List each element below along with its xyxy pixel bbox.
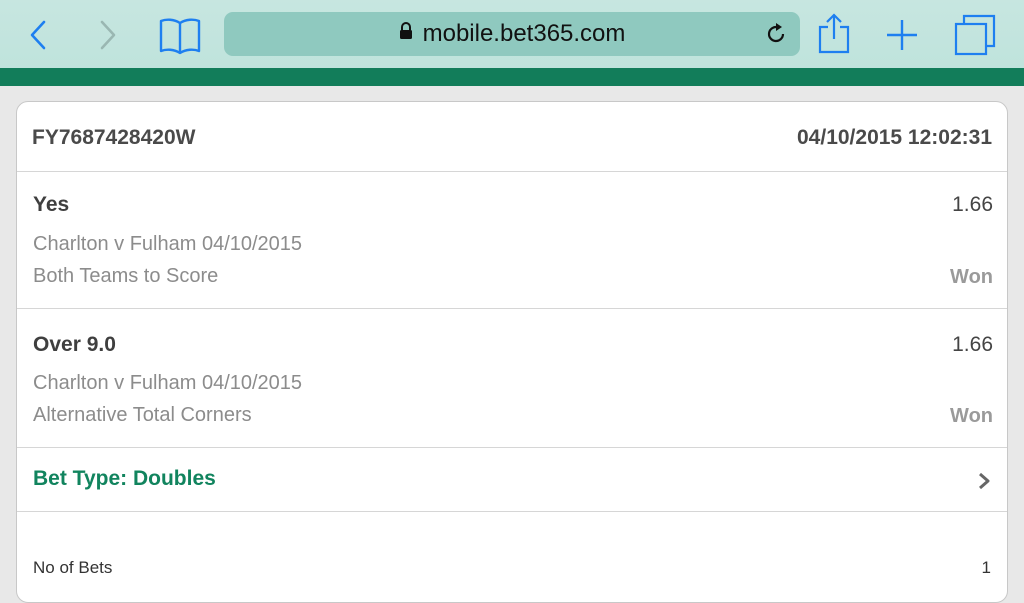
selection-result: Won: [950, 266, 993, 288]
back-icon[interactable]: [28, 20, 48, 50]
no-of-bets-value: 1: [981, 558, 991, 577]
browser-toolbar: mobile.bet365.com: [0, 0, 1024, 68]
chevron-right-icon: [977, 471, 991, 496]
bet-type-row[interactable]: Bet Type: Doubles: [17, 448, 1007, 512]
no-of-bets-label: No of Bets: [33, 558, 113, 577]
new-tab-icon[interactable]: [885, 18, 919, 52]
bookmarks-icon[interactable]: [158, 15, 202, 55]
site-header-bar: [0, 68, 1024, 86]
address-bar[interactable]: mobile.bet365.com: [224, 12, 800, 56]
url-text: mobile.bet365.com: [422, 20, 626, 47]
share-icon[interactable]: [818, 12, 850, 54]
selection-market: Alternative Total Corners: [33, 404, 252, 426]
selection-event: Charlton v Fulham 04/10/2015: [33, 233, 303, 255]
tabs-icon[interactable]: [954, 14, 996, 56]
selection-market: Both Teams to Score: [33, 265, 219, 287]
forward-icon[interactable]: [98, 20, 118, 50]
selection-odds: 1.66: [952, 193, 993, 216]
bet-type-label: Bet Type: Doubles: [33, 467, 216, 490]
bet-receipt-card: FY7687428420W 04/10/2015 12:02:31 Yes 1.…: [16, 101, 1008, 603]
selection-row: Over 9.0 1.66 Charlton v Fulham 04/10/20…: [17, 309, 1007, 448]
bet-datetime: 04/10/2015 12:02:31: [797, 126, 992, 149]
receipt-header: FY7687428420W 04/10/2015 12:02:31: [17, 102, 1007, 172]
selection-result: Won: [950, 405, 993, 427]
selection-name: Yes: [33, 193, 70, 216]
lock-icon: [399, 11, 413, 55]
selection-name: Over 9.0: [33, 333, 116, 356]
summary-section: No of Bets 1: [17, 512, 1007, 602]
selection-odds: 1.66: [952, 333, 993, 356]
selection-event: Charlton v Fulham 04/10/2015: [33, 372, 303, 394]
bet-reference: FY7687428420W: [32, 126, 196, 149]
selection-row: Yes 1.66 Charlton v Fulham 04/10/2015 Bo…: [17, 172, 1007, 309]
reload-icon[interactable]: [764, 22, 788, 46]
